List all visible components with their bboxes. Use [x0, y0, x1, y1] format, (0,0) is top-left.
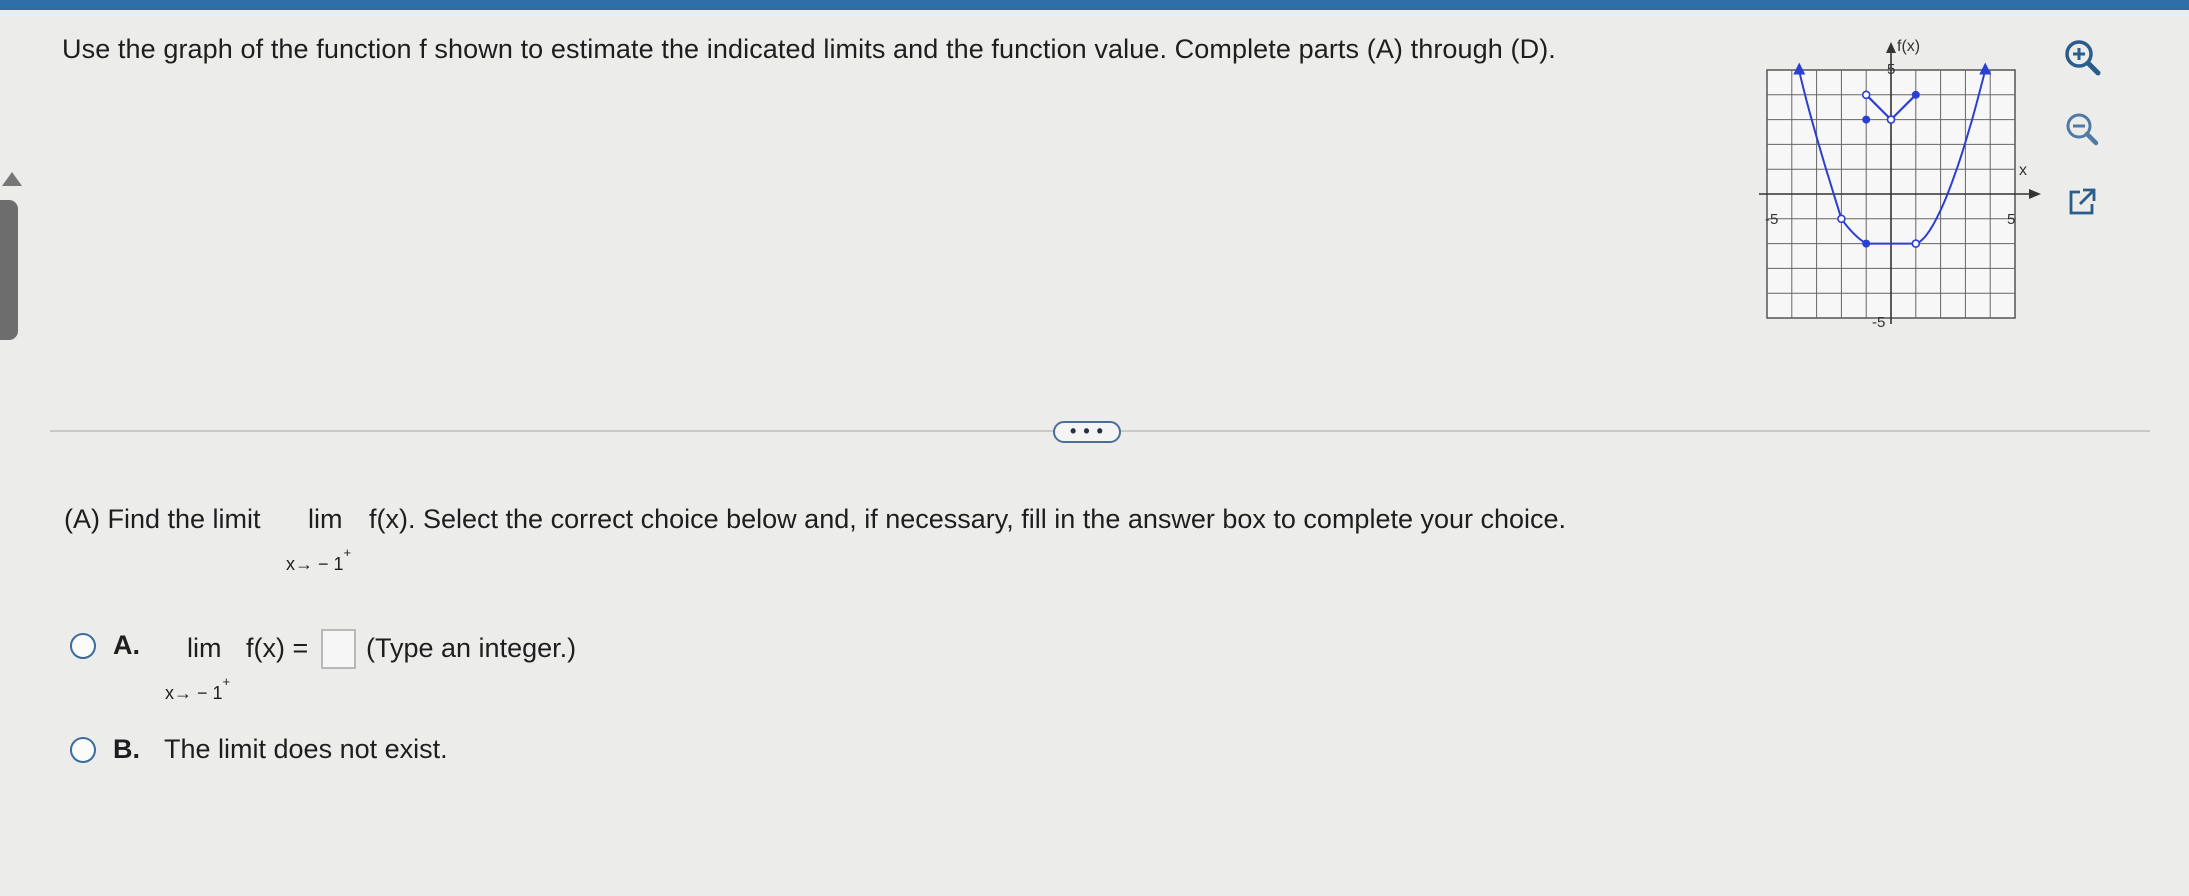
zoom-out-icon	[2066, 113, 2099, 146]
choice-a-lim: lim	[187, 633, 222, 663]
choice-b-letter: B.	[113, 734, 140, 764]
choice-b-radio[interactable]	[70, 737, 96, 763]
choice-a-hint: (Type an integer.)	[366, 633, 577, 663]
zoom-in-button[interactable]	[2058, 34, 2106, 82]
curve-arrow-right	[1979, 62, 1992, 75]
filled-point	[1862, 115, 1871, 124]
expand-more-button[interactable]: • • •	[1053, 421, 1121, 443]
filled-point	[1862, 239, 1871, 248]
y-axis-arrow	[1886, 42, 1896, 53]
left-scrollbar[interactable]	[0, 200, 18, 340]
partA-prefix: (A) Find the limit	[64, 504, 261, 534]
x-axis-arrow	[2029, 189, 2041, 199]
popout-button[interactable]	[2058, 178, 2106, 226]
tick-label-y-pos: 5	[1887, 61, 1895, 78]
choice-a-answer-box[interactable]	[321, 629, 356, 669]
open-point	[1886, 115, 1896, 124]
choice-b-text: The limit does not exist.	[164, 734, 448, 764]
function-graph: f(x) x -5 5 5 -5	[1759, 38, 2041, 330]
open-point	[1911, 239, 1921, 248]
open-point	[1837, 214, 1846, 224]
popout-icon	[2069, 188, 2096, 215]
zoom-in-icon	[2065, 40, 2101, 76]
choice-a-expression: f(x) =	[246, 633, 309, 663]
tick-label-y-neg: -5	[1872, 314, 1885, 330]
choice-a-letter: A.	[113, 630, 140, 660]
scroll-up-arrow-icon[interactable]	[2, 172, 22, 186]
partA-function-text: f(x). Select the correct choice below an…	[369, 504, 1567, 534]
x-axis-label: x	[2019, 162, 2027, 179]
y-axis-label: f(x)	[1897, 38, 1920, 55]
question-text: Use the graph of the function f shown to…	[62, 34, 1556, 64]
choice-a-lim-subscript: x→ − 1+	[165, 674, 231, 703]
partA-lim: lim	[308, 504, 343, 534]
curve-arrow-left	[1793, 62, 1806, 75]
open-point	[1861, 90, 1871, 100]
tick-label-x-neg: -5	[1765, 211, 1778, 228]
partA-lim-subscript: x→ − 1+	[286, 545, 352, 574]
choice-a-radio[interactable]	[70, 633, 96, 659]
filled-point	[1911, 90, 1920, 99]
top-accent-bar	[0, 0, 2189, 10]
zoom-out-button[interactable]	[2058, 106, 2106, 154]
tick-label-x-pos: 5	[2007, 211, 2015, 228]
